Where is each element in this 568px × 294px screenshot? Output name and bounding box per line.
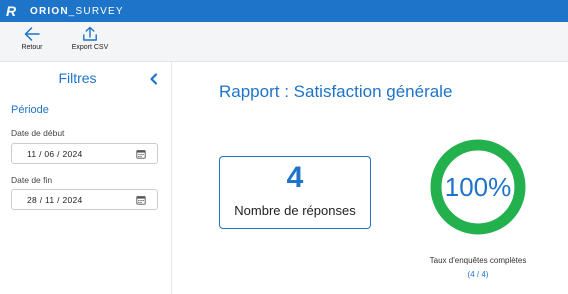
export-csv-button[interactable]: Export CSV [65,22,115,62]
page-title: Rapport : Satisfaction générale [219,82,453,101]
responses-count: 4 [286,161,304,194]
calendar-icon[interactable] [136,149,146,159]
export-csv-label: Export CSV [71,44,109,51]
end-date-label: Date de fin [11,175,53,185]
toolbar: Retour Export CSV [0,22,568,62]
completion-percent: 100% [444,171,512,202]
back-button[interactable]: Retour [13,22,51,62]
sidebar-title: Filtres [58,70,97,86]
app-title-rest: _SURVEY [68,5,124,17]
filters-sidebar: Filtres Période Date de début 11 / 06 / … [0,62,172,294]
app-logo[interactable]: R [0,0,22,22]
app-title-bold: ORION [30,5,69,17]
chevron-left-icon[interactable] [148,72,160,86]
upload-icon [83,26,97,41]
end-date-value: 28 / 11 / 2024 [27,194,83,205]
responses-card: 4 Nombre de réponses [219,156,371,229]
responses-label: Nombre de réponses [234,203,356,218]
completion-gauge: 100% [430,139,526,235]
calendar-icon[interactable] [136,195,146,205]
back-button-label: Retour [21,44,43,51]
period-section-label: Période [11,104,49,116]
logo-icon: R [5,3,17,19]
completion-caption: Taux d'enquêtes complètes [429,256,527,265]
end-date-field[interactable]: 28 / 11 / 2024 [11,189,158,210]
arrow-left-icon [24,27,40,41]
start-date-value: 11 / 06 / 2024 [27,148,83,159]
report-panel: Rapport : Satisfaction générale 4 Nombre… [172,62,568,294]
app-header: R ORION_SURVEY [0,0,568,22]
sidebar-header: Filtres [0,62,171,94]
app-title: ORION_SURVEY [30,6,124,17]
start-date-label: Date de début [11,128,65,138]
start-date-field[interactable]: 11 / 06 / 2024 [11,143,158,164]
completion-count: (4 / 4) [467,270,489,279]
